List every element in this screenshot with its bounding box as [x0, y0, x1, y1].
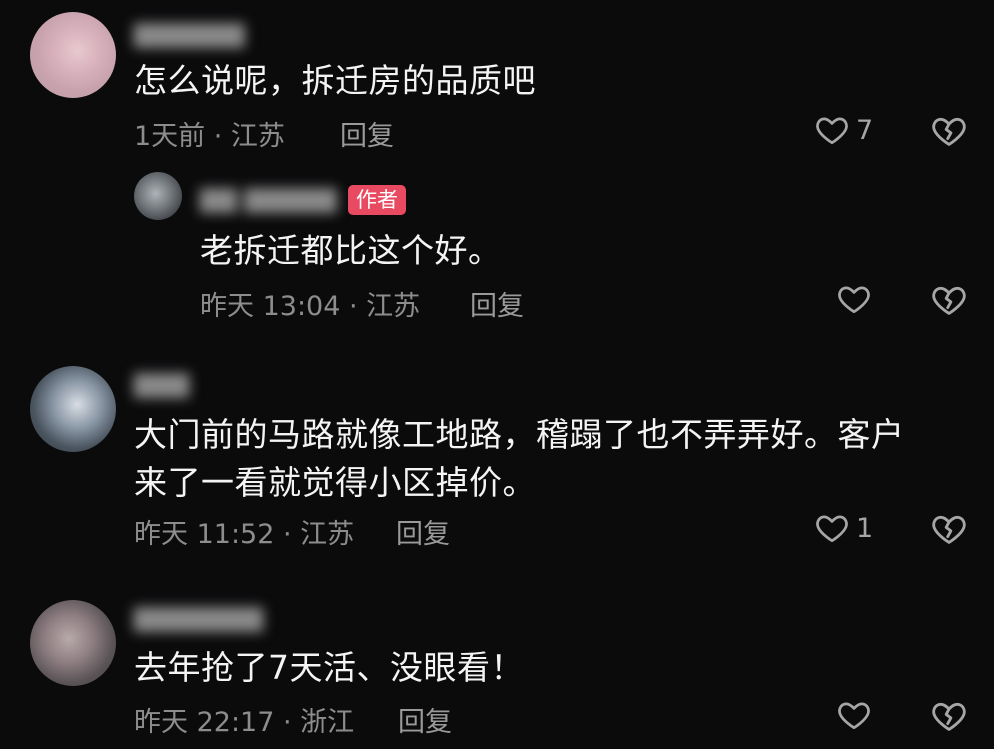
reply-button[interactable]: 回复 [340, 114, 394, 153]
comment-text: 怎么说呢，拆迁房的品质吧 [134, 61, 536, 100]
like-count: 1 [856, 512, 874, 544]
comment-meta: 昨天 13:04 · 江苏 [200, 291, 421, 322]
comment-meta: 1天前 · 江苏 [134, 121, 285, 152]
dislike-button[interactable] [930, 510, 968, 548]
like-button[interactable] [836, 281, 872, 317]
comment-meta: 昨天 11:52 · 江苏 [134, 519, 355, 550]
username-blurred[interactable]: ▇▇▇ [134, 370, 189, 398]
like-count: 7 [856, 114, 874, 146]
dislike-button[interactable] [930, 281, 968, 319]
avatar[interactable] [30, 366, 116, 452]
comment-meta: 昨天 22:17 · 浙江 [134, 707, 355, 738]
broken-heart-icon [930, 697, 968, 735]
heart-outline-icon [814, 510, 850, 546]
heart-outline-icon [814, 112, 850, 148]
username-blurred[interactable]: ▇▇▇▇▇▇▇ [134, 604, 263, 632]
like-button[interactable]: 1 [814, 510, 873, 546]
username-blurred[interactable]: ▇▇▇▇▇▇ [134, 20, 245, 48]
comment-text-line2: 来了一看就觉得小区掉价。 [134, 463, 536, 502]
comment-text-line1: 大门前的马路就像工地路，稽蹋了也不弄弄好。客户 [134, 415, 905, 454]
author-badge: 作者 [348, 185, 406, 215]
comment-text: 老拆迁都比这个好。 [200, 231, 502, 270]
comment-text: 去年抢了7天活、没眼看！ [134, 648, 524, 687]
avatar[interactable] [134, 172, 182, 220]
broken-heart-icon [930, 281, 968, 319]
reply-button[interactable]: 回复 [396, 512, 450, 551]
dislike-button[interactable] [930, 112, 968, 150]
reply-button[interactable]: 回复 [470, 284, 524, 323]
avatar[interactable] [30, 600, 116, 686]
like-button[interactable] [836, 697, 872, 733]
broken-heart-icon [930, 510, 968, 548]
like-button[interactable]: 7 [814, 112, 873, 148]
username-blurred[interactable]: ▇▇ ▇▇▇▇▇ [200, 185, 337, 213]
avatar[interactable] [30, 12, 116, 98]
heart-outline-icon [836, 697, 872, 733]
broken-heart-icon [930, 112, 968, 150]
heart-outline-icon [836, 281, 872, 317]
dislike-button[interactable] [930, 697, 968, 735]
reply-button[interactable]: 回复 [398, 700, 452, 739]
